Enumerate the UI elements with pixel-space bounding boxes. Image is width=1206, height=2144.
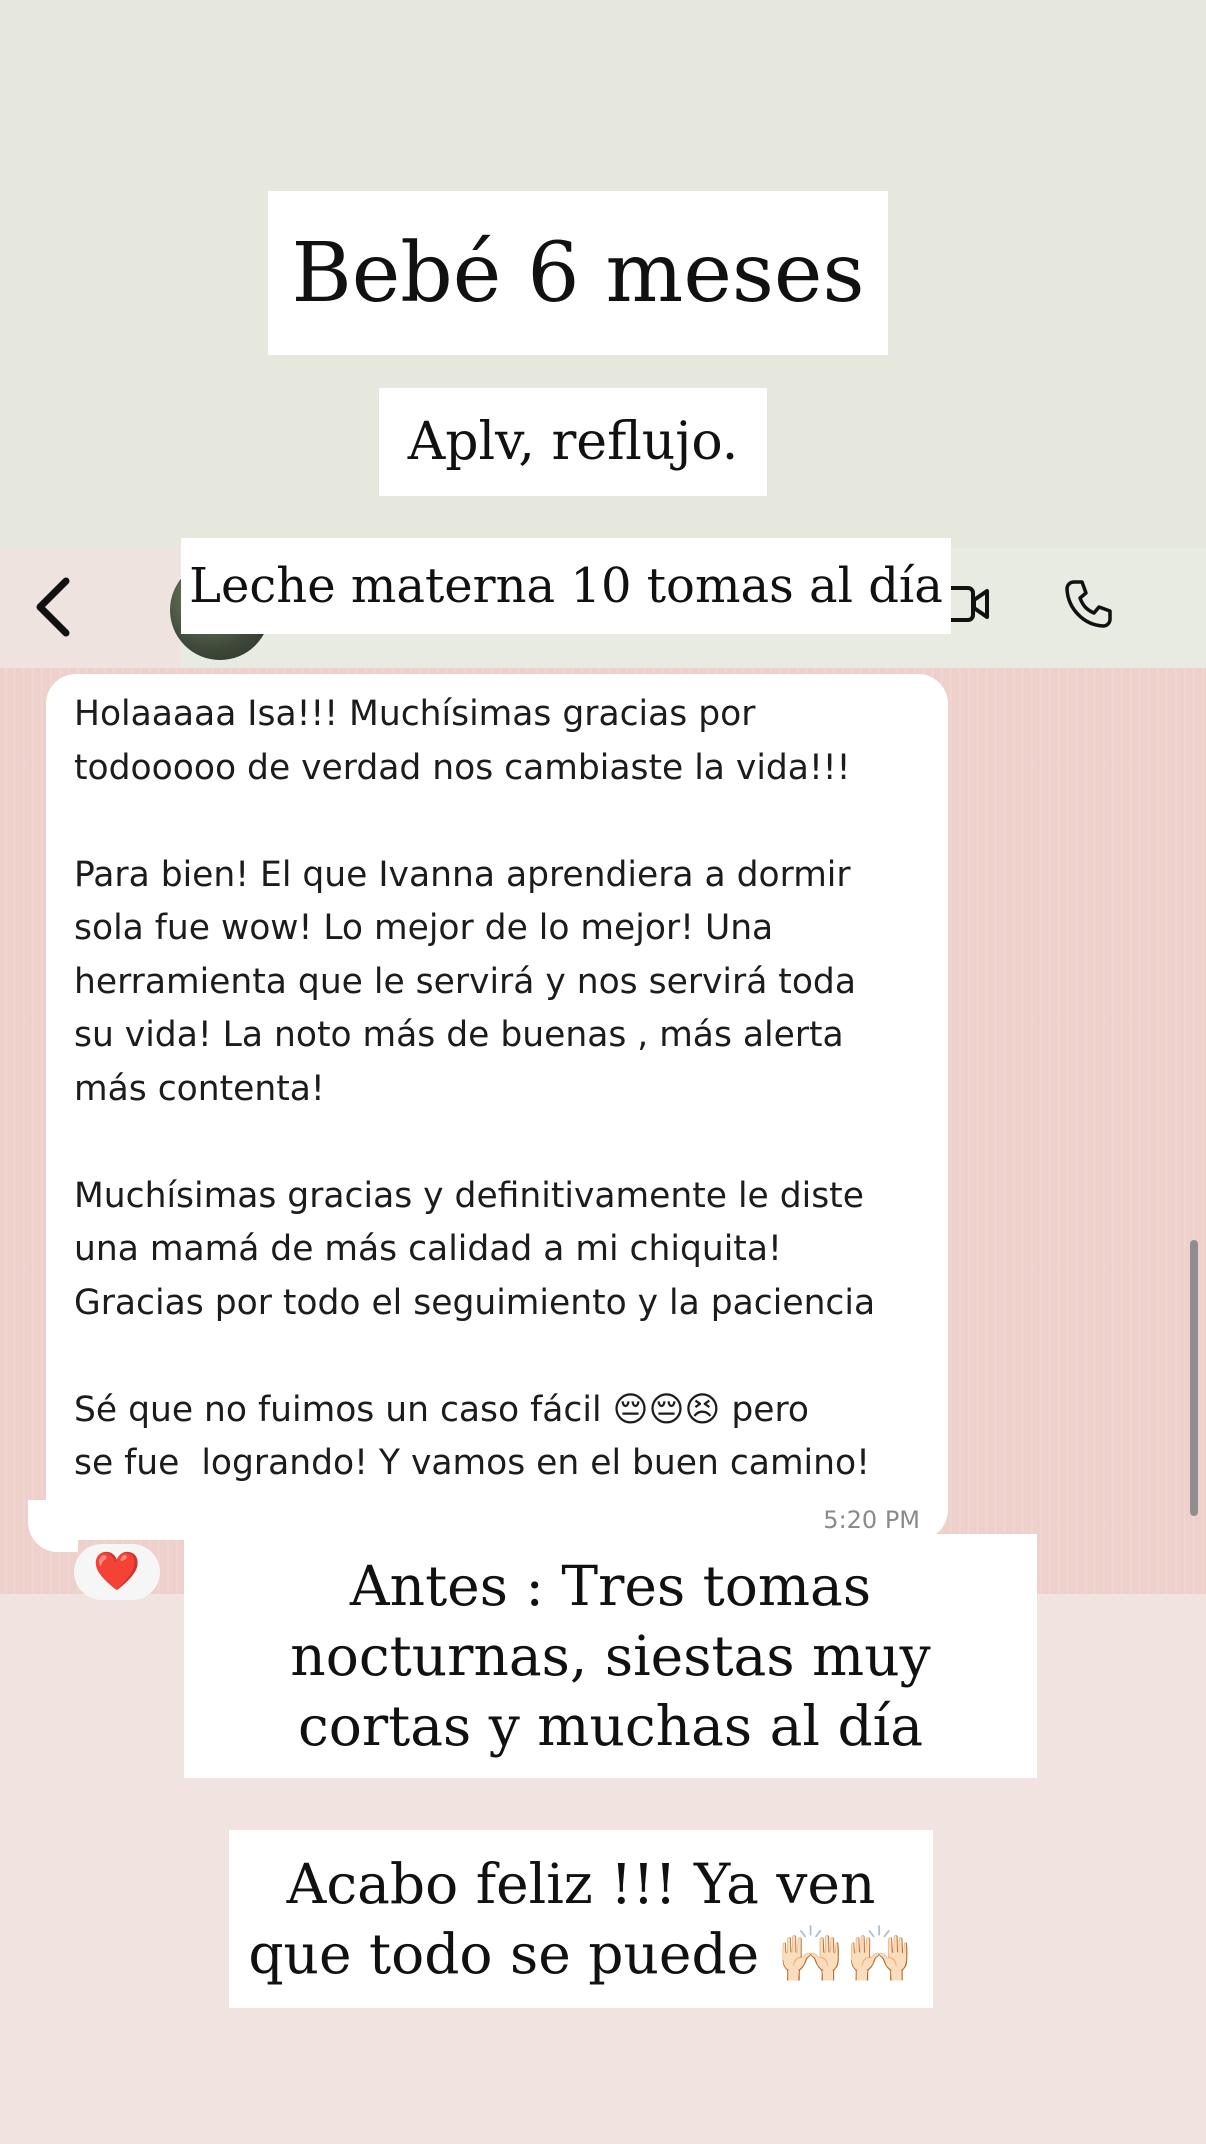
chevron-left-icon[interactable] [30,575,80,639]
caption-before: Antes : Tres tomas nocturnas, siestas mu… [184,1534,1037,1778]
chat-header-left [0,548,180,668]
message-text: Holaaaaa Isa!!! Muchísimas gracias por t… [74,694,876,1483]
heart-reaction[interactable]: ❤️ [74,1544,160,1600]
message-timestamp: 5:20 PM [823,1506,920,1534]
caption-feeding: Leche materna 10 tomas al día [181,538,951,634]
phone-icon[interactable] [1060,576,1116,632]
caption-ending: Acabo feliz !!! Ya ven que todo se puede… [229,1830,933,2008]
scrollbar[interactable] [1190,1240,1198,1516]
caption-title: Bebé 6 meses [268,191,888,355]
caption-subtitle: Aplv, reflujo. [379,388,767,496]
